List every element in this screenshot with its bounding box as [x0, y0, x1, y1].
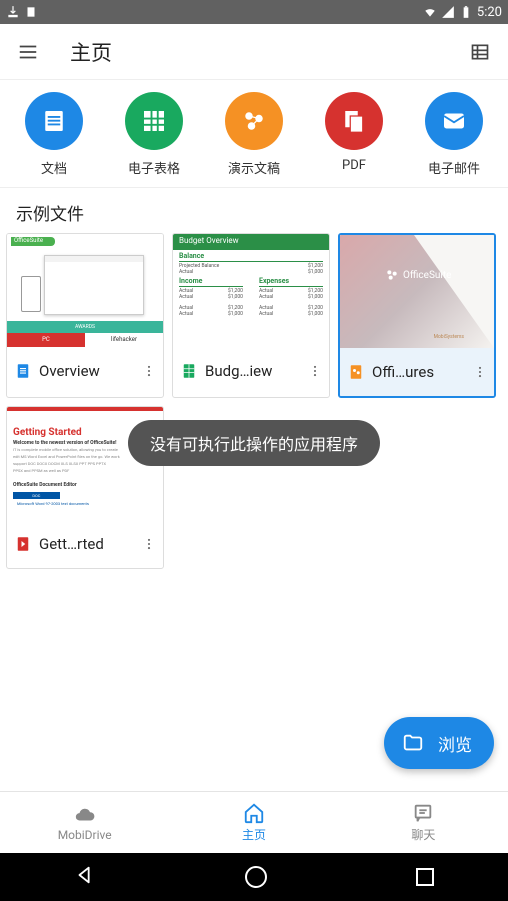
- view-toggle-button[interactable]: [466, 38, 494, 66]
- sheet-icon: [179, 361, 199, 381]
- app-bar: 主页: [0, 24, 508, 80]
- bottom-navigation: MobiDrive 主页 聊天: [0, 791, 508, 853]
- file-title: Gett…rted: [39, 535, 135, 553]
- signal-icon: [441, 5, 455, 19]
- presentation-icon: [239, 106, 269, 136]
- tab-mobidrive[interactable]: MobiDrive: [0, 792, 169, 853]
- more-button[interactable]: [307, 362, 323, 380]
- status-time: 5:20: [477, 5, 502, 20]
- file-thumbnail: OfficeSuite MobiSystems: [340, 235, 494, 348]
- battery-icon: [459, 5, 473, 19]
- chat-icon: [412, 802, 434, 824]
- page-title: 主页: [70, 37, 112, 67]
- categories-row: 文档 电子表格 演示文稿 PDF 电子邮件: [0, 80, 508, 188]
- download-icon: [6, 5, 20, 19]
- tab-home[interactable]: 主页: [169, 792, 338, 853]
- doc-icon: [13, 361, 33, 381]
- folder-icon: [402, 732, 424, 754]
- more-button[interactable]: [141, 362, 157, 380]
- mail-icon: [439, 106, 469, 136]
- presentation-icon: [346, 362, 366, 382]
- pdf-icon: [13, 534, 33, 554]
- tab-label: 聊天: [411, 826, 435, 843]
- category-email[interactable]: 电子邮件: [410, 92, 498, 177]
- file-card-budget[interactable]: Budget Overview Balance Projected Balanc…: [172, 233, 330, 398]
- toast-message: 没有可执行此操作的应用程序: [128, 420, 380, 466]
- category-presentations[interactable]: 演示文稿: [210, 92, 298, 177]
- fab-label: 浏览: [438, 731, 472, 756]
- category-label: 电子邮件: [428, 158, 480, 177]
- menu-button[interactable]: [14, 38, 42, 66]
- more-button[interactable]: [472, 363, 488, 381]
- more-button[interactable]: [141, 535, 157, 553]
- file-title: Budg…iew: [205, 362, 301, 380]
- cloud-icon: [74, 804, 96, 826]
- category-label: 电子表格: [128, 158, 180, 177]
- system-nav-bar: [0, 853, 508, 901]
- category-pdf[interactable]: PDF: [310, 92, 398, 177]
- browse-fab[interactable]: 浏览: [384, 717, 494, 769]
- tab-label: MobiDrive: [58, 828, 112, 842]
- category-label: PDF: [342, 158, 366, 173]
- category-documents[interactable]: 文档: [10, 92, 98, 177]
- recents-button[interactable]: [416, 868, 434, 886]
- section-title: 示例文件: [0, 188, 508, 233]
- file-thumbnail: OfficeSuite AWARDS PClifehacker: [7, 234, 163, 347]
- file-grid: OfficeSuite AWARDS PClifehacker Overview…: [0, 233, 508, 569]
- category-spreadsheets[interactable]: 电子表格: [110, 92, 198, 177]
- wifi-icon: [423, 5, 437, 19]
- pdf-icon: [339, 106, 369, 136]
- status-bar: 5:20: [0, 0, 508, 24]
- category-label: 演示文稿: [228, 158, 280, 177]
- file-card-office-features[interactable]: OfficeSuite MobiSystems Offi…ures: [338, 233, 496, 398]
- sheet-icon: [139, 106, 169, 136]
- tab-chat[interactable]: 聊天: [339, 792, 508, 853]
- tab-label: 主页: [242, 826, 266, 843]
- file-title: Overview: [39, 362, 135, 380]
- category-label: 文档: [41, 158, 67, 177]
- file-thumbnail: Budget Overview Balance Projected Balanc…: [173, 234, 329, 347]
- file-title: Offi…ures: [372, 363, 466, 381]
- doc-icon: [39, 106, 69, 136]
- home-button[interactable]: [245, 866, 267, 888]
- back-button[interactable]: [74, 864, 96, 890]
- file-card-overview[interactable]: OfficeSuite AWARDS PClifehacker Overview: [6, 233, 164, 398]
- notification-icon: [24, 5, 38, 19]
- home-icon: [243, 802, 265, 824]
